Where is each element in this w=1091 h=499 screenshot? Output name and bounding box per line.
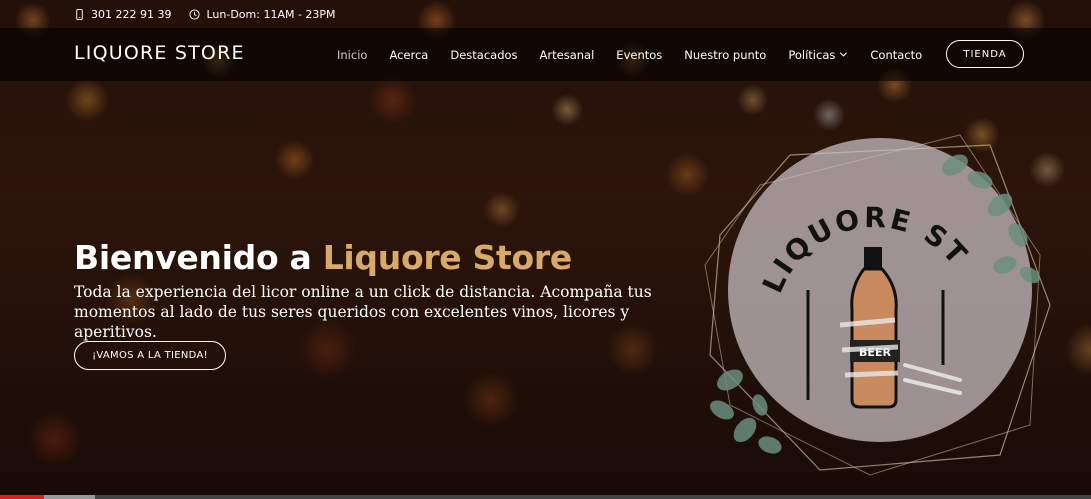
nav-item-politicas-label: Políticas [788,47,836,62]
chevron-down-icon [840,52,848,57]
hours-info: Lun-Dom: 11AM - 23PM [189,7,336,21]
nav-item-eventos[interactable]: Eventos [616,48,662,62]
store-emblem: LIQUORE STORE BEER [700,125,1051,476]
clock-icon [189,8,201,20]
hero-title: Bienvenido a Liquore Store [74,238,572,277]
phone-info[interactable]: 301 222 91 39 [74,8,171,21]
slider-progress-fill [0,495,44,499]
top-info-bar: 301 222 91 39 Lun-Dom: 11AM - 23PM [0,0,1091,28]
hero-title-text: Bienvenido a [74,238,323,277]
main-nav: Inicio Acerca Destacados Artesanal Event… [337,28,922,81]
hero-title-accent: Liquore Store [322,238,573,277]
slider-progress-buffer [43,495,95,499]
phone-number: 301 222 91 39 [91,7,172,21]
nav-item-artesanal[interactable]: Artesanal [540,48,595,62]
go-to-store-button[interactable]: ¡VAMOS A LA TIENDA! [74,341,226,370]
hero-subtitle: Toda la experiencia del licor online a u… [74,283,652,341]
phone-icon [76,8,83,20]
nav-item-acerca[interactable]: Acerca [389,48,428,62]
nav-item-destacados[interactable]: Destacados [450,48,517,62]
site-logo[interactable]: LIQUORE STORE [74,42,245,64]
nav-item-contacto[interactable]: Contacto [870,48,922,62]
tienda-button[interactable]: TIENDA [946,40,1024,68]
nav-item-nuestro-punto[interactable]: Nuestro punto [684,48,766,62]
nav-item-politicas[interactable]: Políticas [788,48,848,62]
opening-hours: Lun-Dom: 11AM - 23PM [206,7,336,21]
nav-item-inicio[interactable]: Inicio [337,48,367,62]
main-header: LIQUORE STORE Inicio Acerca Destacados A… [0,28,1091,81]
slider-progress-bar[interactable] [0,495,1091,499]
